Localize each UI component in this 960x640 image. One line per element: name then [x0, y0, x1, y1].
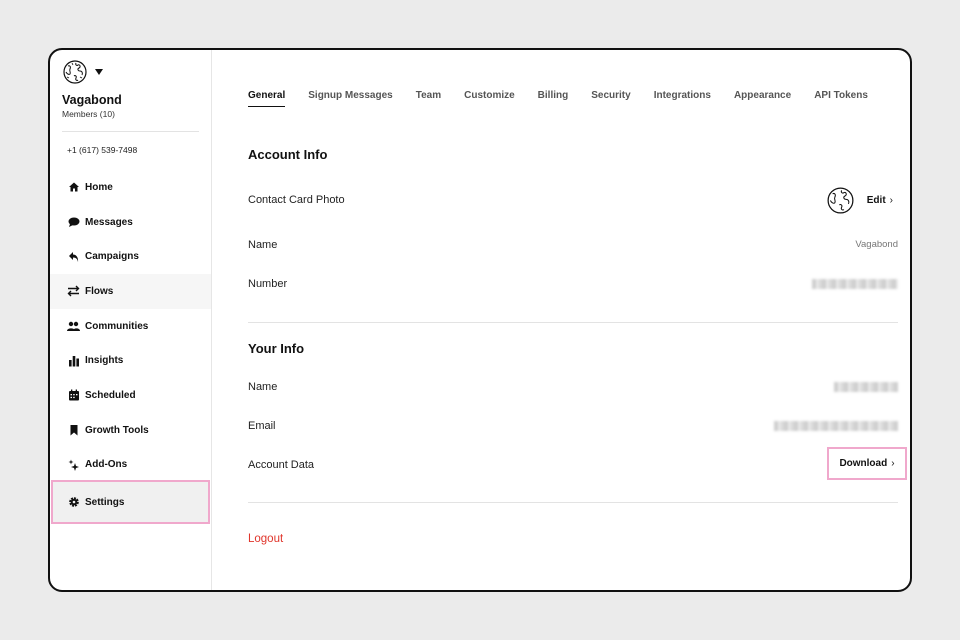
- sidebar-item-communities[interactable]: Communities: [50, 309, 211, 344]
- globe-avatar-icon: [827, 187, 854, 214]
- tab-team[interactable]: Team: [416, 90, 441, 107]
- sidebar-item-add-ons[interactable]: Add-Ons: [50, 448, 211, 483]
- sidebar-item-label: Campaigns: [85, 251, 139, 263]
- download-label: Download: [839, 458, 888, 469]
- section-divider: [248, 322, 898, 323]
- sidebar-item-label: Insights: [85, 355, 124, 367]
- chevron-right-icon: ›: [889, 195, 893, 206]
- sidebar-item-label: Messages: [85, 216, 133, 228]
- tab-billing[interactable]: Billing: [538, 90, 569, 107]
- tab-appearance[interactable]: Appearance: [734, 90, 791, 107]
- calendar-icon: [67, 389, 80, 402]
- org-phone-number: +1 (617) 539-7498: [67, 145, 138, 155]
- account-name-value: Vagabond: [855, 239, 898, 250]
- org-members-count: Members (10): [62, 109, 115, 119]
- sidebar-item-scheduled[interactable]: Scheduled: [50, 378, 211, 413]
- chevron-down-icon[interactable]: [95, 69, 103, 75]
- account-info-heading: Account Info: [248, 147, 328, 162]
- home-icon: [67, 181, 80, 194]
- contact-card-avatar: [827, 187, 854, 219]
- sidebar-item-label: Growth Tools: [85, 424, 149, 436]
- sidebar-item-label: Settings: [85, 496, 125, 508]
- bar-chart-icon: [67, 354, 80, 367]
- sidebar-item-campaigns[interactable]: Campaigns: [50, 239, 211, 274]
- tab-security[interactable]: Security: [591, 90, 630, 107]
- sidebar-item-insights[interactable]: Insights: [50, 343, 211, 378]
- your-name-label: Name: [248, 381, 278, 393]
- tab-general[interactable]: General: [248, 90, 286, 107]
- sidebar-item-home[interactable]: Home: [50, 170, 211, 205]
- tab-signup-messages[interactable]: Signup Messages: [308, 90, 392, 107]
- settings-tabs: General Signup Messages Team Customize B…: [248, 90, 891, 107]
- sidebar-item-growth-tools[interactable]: Growth Tools: [50, 413, 211, 448]
- your-email-label: Email: [248, 420, 276, 432]
- chevron-right-icon: ›: [891, 458, 895, 469]
- sidebar-item-flows[interactable]: Flows: [50, 274, 211, 309]
- section-divider: [248, 502, 898, 503]
- sidebar-nav: Home Messages Campaigns Flows Communitie…: [50, 170, 211, 525]
- contact-card-photo-label: Contact Card Photo: [248, 194, 345, 206]
- globe-avatar-icon: [63, 60, 87, 84]
- settings-main: General Signup Messages Team Customize B…: [212, 50, 910, 590]
- chat-bubble-icon: [67, 216, 80, 229]
- redacted-number-value: [812, 279, 898, 289]
- sparkle-icon: [67, 458, 80, 471]
- logout-link[interactable]: Logout: [248, 533, 283, 545]
- sidebar-item-label: Flows: [85, 285, 114, 297]
- tab-api-tokens[interactable]: API Tokens: [814, 90, 868, 107]
- people-icon: [67, 320, 80, 333]
- sidebar-item-label: Add-Ons: [85, 459, 128, 471]
- redacted-name-value: [834, 382, 898, 392]
- download-account-data-button[interactable]: Download ›: [827, 447, 907, 480]
- sidebar: Vagabond Members (10) +1 (617) 539-7498 …: [50, 50, 212, 590]
- tab-integrations[interactable]: Integrations: [654, 90, 711, 107]
- tab-customize[interactable]: Customize: [464, 90, 515, 107]
- redacted-email-value: [774, 421, 898, 431]
- sidebar-item-label: Communities: [85, 320, 149, 332]
- org-switcher[interactable]: [63, 60, 103, 84]
- org-name: Vagabond: [62, 93, 122, 107]
- reply-arrow-icon: [67, 250, 80, 263]
- bookmark-icon: [67, 424, 80, 437]
- app-window: Vagabond Members (10) +1 (617) 539-7498 …: [48, 48, 912, 592]
- sidebar-item-settings[interactable]: Settings: [51, 480, 210, 525]
- edit-label: Edit: [866, 195, 886, 206]
- account-number-label: Number: [248, 278, 288, 290]
- edit-photo-link[interactable]: Edit ›: [867, 195, 893, 206]
- account-name-label: Name: [248, 239, 278, 251]
- sidebar-item-label: Home: [85, 181, 113, 193]
- swap-arrows-icon: [67, 285, 80, 298]
- sidebar-divider: [62, 131, 199, 132]
- account-data-label: Account Data: [248, 459, 315, 471]
- sidebar-item-label: Scheduled: [85, 389, 136, 401]
- sidebar-item-messages[interactable]: Messages: [50, 205, 211, 240]
- your-info-heading: Your Info: [248, 341, 305, 356]
- gear-icon: [67, 496, 80, 509]
